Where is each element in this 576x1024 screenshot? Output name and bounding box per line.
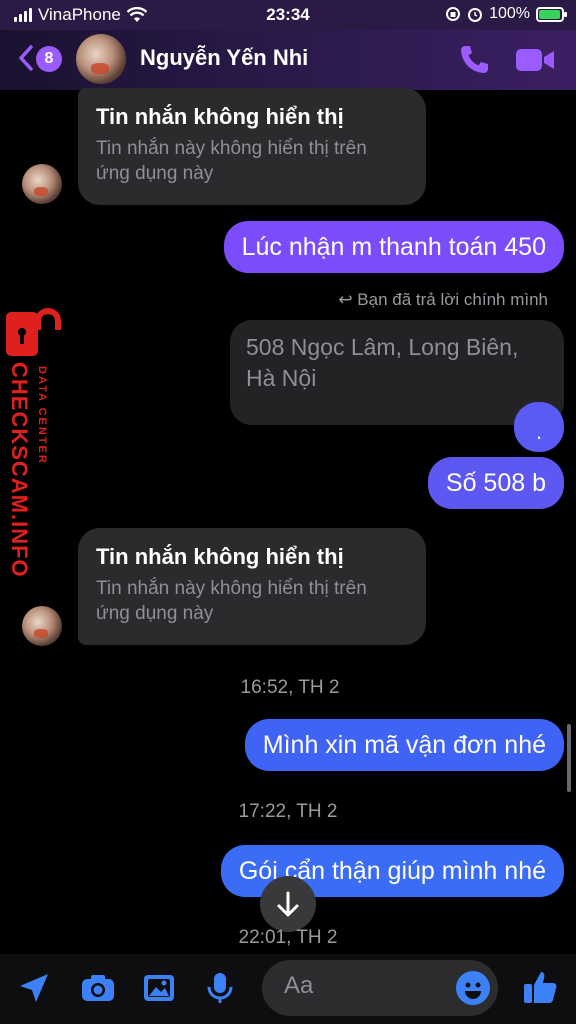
alarm-icon	[468, 8, 483, 22]
contact-avatar[interactable]	[76, 34, 126, 84]
video-call-icon[interactable]	[514, 42, 556, 78]
hidden-message-title: Tin nhắn không hiển thị	[96, 544, 344, 569]
quoted-message[interactable]: 508 Ngọc Lâm, Long Biên, Hà Nội	[230, 320, 564, 425]
watermark-text: CHECKSCAM.INFO	[7, 362, 32, 578]
thumbs-up-icon[interactable]	[520, 967, 560, 1007]
microphone-icon[interactable]	[202, 970, 238, 1006]
orientation-lock-icon	[446, 7, 461, 21]
camera-icon[interactable]	[80, 970, 116, 1006]
timestamp: 17:22, TH 2	[238, 801, 338, 822]
quoted-line: 508 Ngọc Lâm, Long Biên,	[246, 334, 519, 360]
unread-badge[interactable]: 8	[36, 46, 62, 72]
scroll-to-bottom-button[interactable]	[260, 876, 316, 932]
outgoing-message[interactable]: Lúc nhận m thanh toán 450	[223, 221, 564, 273]
reply-indicator: ↩ Bạn đã trả lời chính mình	[338, 290, 548, 310]
reply-arrow-icon: ↩	[338, 290, 353, 309]
chat-header: 8 Nguyễn Yến Nhi	[0, 30, 576, 90]
hidden-message-card[interactable]: Tin nhắn không hiển thị Tin nhắn này khô…	[78, 88, 426, 205]
hidden-message-line: ứng dụng này	[96, 603, 214, 624]
lock-icon	[6, 308, 61, 356]
outgoing-message[interactable]: Số 508 b	[427, 457, 564, 509]
message-composer[interactable]	[262, 960, 498, 1016]
emoji-icon[interactable]	[456, 971, 490, 1005]
timestamp: 22:01, TH 2	[238, 927, 338, 948]
hidden-message-title: Tin nhắn không hiển thị	[96, 104, 344, 129]
status-right: 100%	[445, 5, 567, 23]
arrow-down-icon	[277, 891, 299, 917]
quoted-line: Hà Nội	[246, 365, 317, 391]
outgoing-message[interactable]: Mình xin mã vận đơn nhé	[244, 719, 564, 771]
outgoing-message[interactable]: .	[514, 402, 564, 452]
hidden-message-line: Tin nhắn này không hiển thị trên	[96, 578, 367, 599]
hidden-message-card[interactable]: Tin nhắn không hiển thị Tin nhắn này khô…	[78, 528, 426, 645]
battery-icon	[536, 6, 567, 22]
watermark-subtext: DATA CENTER	[36, 366, 48, 465]
sender-avatar[interactable]	[22, 164, 62, 204]
status-bar: VinaPhone 23:34 100%	[0, 0, 576, 30]
message-input[interactable]	[284, 972, 444, 1000]
timestamp: 16:52, TH 2	[240, 677, 340, 698]
phone-call-icon[interactable]	[456, 42, 492, 78]
location-arrow-icon[interactable]	[16, 970, 52, 1006]
back-chevron-icon[interactable]	[18, 44, 34, 72]
battery-percent: 100%	[489, 5, 530, 22]
sender-avatar[interactable]	[22, 606, 62, 646]
composer-bar	[0, 954, 576, 1024]
hidden-message-line: ứng dụng này	[96, 163, 214, 184]
hidden-message-line: Tin nhắn này không hiển thị trên	[96, 138, 367, 159]
reply-indicator-text: Bạn đã trả lời chính mình	[357, 290, 548, 309]
scrollbar[interactable]	[567, 724, 571, 792]
gallery-icon[interactable]	[141, 970, 177, 1006]
contact-name[interactable]: Nguyễn Yến Nhi	[140, 45, 308, 71]
